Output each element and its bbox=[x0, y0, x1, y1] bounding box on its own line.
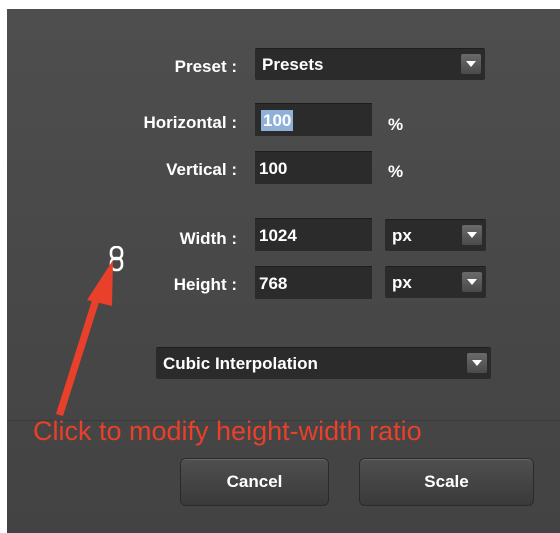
annotation-text: Click to modify height-width ratio bbox=[33, 416, 422, 446]
red-arrow bbox=[56, 260, 113, 416]
